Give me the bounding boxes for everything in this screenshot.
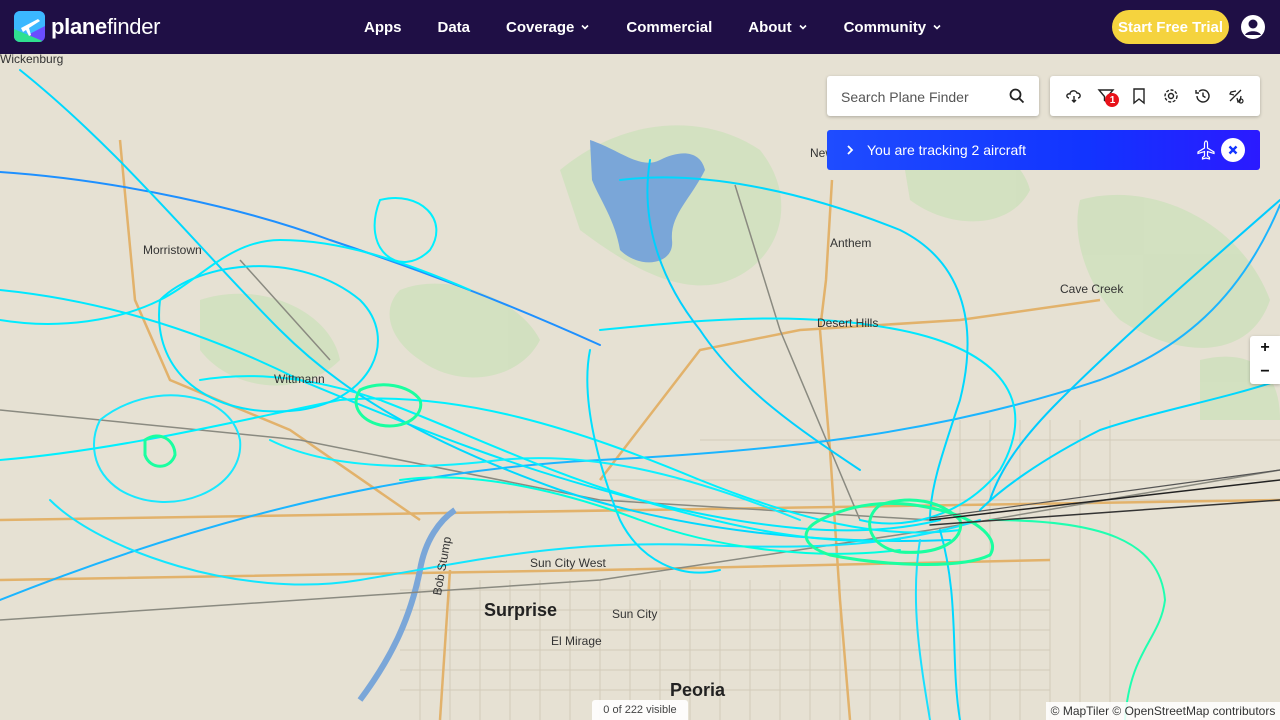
top-navigation-bar: planefinder Apps Data Coverage Commercia… [0,0,1280,54]
chevron-down-icon [799,24,807,30]
nav-community[interactable]: Community [844,19,943,36]
nav-commercial[interactable]: Commercial [626,19,712,36]
zoom-control: + − [1250,336,1280,384]
zoom-in-button[interactable]: + [1250,336,1280,360]
place-label: Anthem [830,236,872,250]
place-label: El Mirage [551,634,602,648]
logo-wordmark-light: finder [106,13,161,39]
place-label: Sun City West [530,556,606,570]
place-label: Surprise [484,600,558,620]
tracking-banner[interactable]: You are tracking 2 aircraft [827,130,1260,170]
visible-aircraft-count: 0 of 222 visible [592,700,688,720]
nav-commercial-label: Commercial [626,18,713,36]
tracking-text: You are tracking 2 aircraft [867,142,1027,158]
weather-cloud-icon[interactable] [1065,87,1083,105]
plane-icon [1197,140,1215,160]
nav-apps-label: Apps [364,18,402,36]
search-box[interactable] [827,76,1039,118]
place-label: Morristown [143,243,202,257]
place-label: Wittmann [274,372,325,386]
map-toolbar: 1 [1050,76,1260,116]
chevron-right-icon[interactable] [843,143,857,157]
chevron-down-icon [933,24,941,30]
place-label: Peoria [670,680,726,700]
search-input[interactable] [839,76,1003,118]
place-label: Desert Hills [817,316,879,330]
nav-data-label: Data [437,18,471,36]
nav-data[interactable]: Data [438,19,471,36]
nav-about-label: About [748,18,792,36]
account-circle-icon[interactable] [1240,14,1266,40]
start-free-trial-button[interactable]: Start Free Trial [1112,10,1229,44]
planefinder-logo[interactable]: planefinder [14,11,161,42]
main-nav: Apps Data Coverage Commercial About Comm… [364,0,978,54]
chevron-down-icon [581,24,589,30]
search-icon[interactable] [1009,88,1025,104]
zoom-out-button[interactable]: − [1250,360,1280,384]
filter-badge: 1 [1105,93,1120,107]
logo-wordmark-bold: plane [51,13,107,39]
bookmark-icon[interactable] [1130,87,1148,105]
nav-about[interactable]: About [748,19,807,36]
nav-community-label: Community [843,18,927,36]
place-label: Sun City [612,607,658,621]
history-clock-icon[interactable] [1194,87,1212,105]
logo-wordmark: planefinder [51,13,161,40]
close-icon [1228,145,1238,155]
place-label: Cave Creek [1060,282,1124,296]
logo-mark-icon [14,11,45,42]
settings-gear-icon[interactable] [1162,87,1180,105]
filter-button[interactable]: 1 [1097,87,1120,107]
place-label: Wickenburg [0,54,64,66]
map-attribution[interactable]: © MapTiler © OpenStreetMap contributors [1046,702,1280,720]
nav-coverage[interactable]: Coverage [506,19,590,36]
plane-settings-icon[interactable] [1227,87,1245,105]
nav-apps[interactable]: Apps [364,19,402,36]
nav-coverage-label: Coverage [506,18,575,36]
close-tracking-button[interactable] [1221,138,1245,162]
